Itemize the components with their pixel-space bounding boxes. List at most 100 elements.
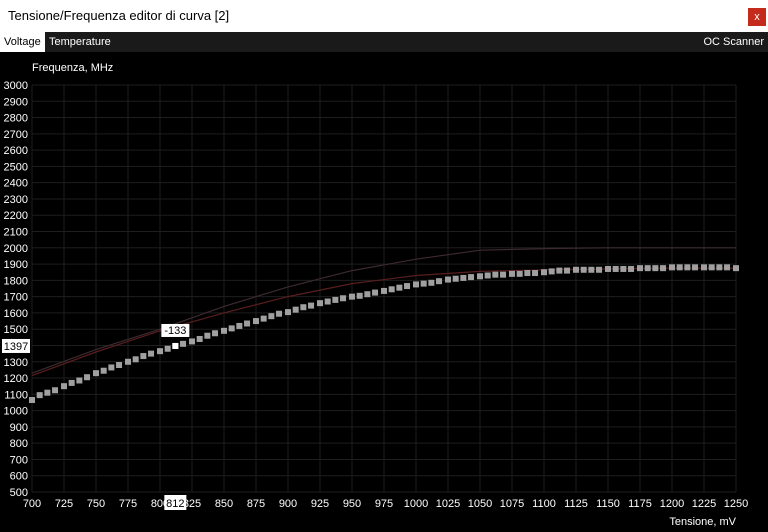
curve-point[interactable]: [516, 270, 523, 277]
curve-point[interactable]: [484, 272, 491, 279]
curve-point[interactable]: [324, 298, 331, 305]
curve-point[interactable]: [669, 264, 675, 271]
curve-point[interactable]: [317, 300, 323, 307]
curve-point[interactable]: [132, 356, 139, 363]
curve-point[interactable]: [76, 377, 83, 384]
curve-point[interactable]: [420, 280, 427, 287]
curve-point[interactable]: [253, 318, 259, 325]
curve-point[interactable]: [564, 267, 571, 274]
curve-point[interactable]: [492, 271, 499, 278]
curve-point[interactable]: [340, 295, 347, 302]
curve-point[interactable]: [692, 264, 699, 271]
curve-point[interactable]: [388, 286, 395, 293]
curve-point[interactable]: [605, 265, 611, 272]
curve-point[interactable]: [157, 348, 163, 355]
curve-point[interactable]: [452, 275, 459, 282]
curve-point[interactable]: [52, 387, 59, 394]
curve-point[interactable]: [116, 362, 123, 369]
selected-curve-point[interactable]: [172, 342, 179, 349]
curve-point[interactable]: [716, 264, 723, 271]
curve-point[interactable]: [108, 364, 115, 371]
curve-point[interactable]: [500, 271, 507, 278]
curve-point[interactable]: [29, 397, 35, 404]
y-tick-label: 700: [10, 454, 28, 466]
curve-point[interactable]: [684, 264, 691, 271]
curve-point[interactable]: [548, 268, 555, 275]
curve-point[interactable]: [236, 322, 243, 329]
curve-point[interactable]: [701, 264, 707, 271]
curve-point[interactable]: [260, 315, 267, 322]
curve-point[interactable]: [84, 374, 91, 381]
curve-point[interactable]: [148, 350, 155, 357]
x-tick-label: 1000: [404, 498, 428, 510]
curve-point[interactable]: [628, 265, 635, 272]
curve-point[interactable]: [652, 265, 659, 272]
title-bar: Tensione/Frequenza editor di curva [2] x: [0, 0, 768, 32]
curve-point[interactable]: [644, 265, 651, 272]
curve-point[interactable]: [596, 266, 603, 273]
curve-point[interactable]: [580, 266, 587, 273]
curve-point[interactable]: [228, 325, 235, 332]
curve-point[interactable]: [356, 292, 363, 299]
oc-scanner-button[interactable]: OC Scanner: [699, 32, 768, 52]
curve-point[interactable]: [204, 332, 211, 339]
curve-point[interactable]: [460, 274, 467, 281]
curve-point[interactable]: [372, 289, 379, 296]
curve-point[interactable]: [61, 383, 67, 390]
curve-point[interactable]: [125, 358, 131, 365]
tab-voltage[interactable]: Voltage: [0, 32, 45, 52]
curve-point[interactable]: [93, 370, 99, 377]
curve-point[interactable]: [36, 392, 43, 399]
curve-point[interactable]: [588, 266, 595, 273]
curve-point[interactable]: [68, 379, 75, 386]
curve-point[interactable]: [364, 291, 371, 298]
curve-point[interactable]: [404, 283, 411, 290]
curve-point[interactable]: [436, 278, 443, 285]
curve-point[interactable]: [212, 330, 219, 337]
curve-point[interactable]: [477, 273, 483, 280]
curve-point[interactable]: [300, 304, 307, 311]
curve-point[interactable]: [349, 293, 355, 300]
curve-point[interactable]: [573, 266, 579, 273]
y-tick-label: 1300: [4, 357, 28, 369]
curve-point[interactable]: [509, 270, 515, 277]
curve-point[interactable]: [620, 265, 627, 272]
vf-curve-chart[interactable]: 5006007008009001000110012001300140015001…: [0, 52, 768, 532]
tab-temperature[interactable]: Temperature: [45, 32, 115, 52]
curve-point[interactable]: [532, 270, 539, 277]
curve-point[interactable]: [180, 340, 187, 347]
curve-point[interactable]: [724, 264, 731, 271]
curve-point[interactable]: [612, 265, 619, 272]
curve-point[interactable]: [308, 302, 315, 309]
curve-point[interactable]: [100, 367, 107, 374]
x-tick-label: 1050: [468, 498, 492, 510]
curve-point[interactable]: [268, 313, 275, 320]
curve-point[interactable]: [332, 296, 339, 303]
x-tick-label: 1225: [692, 498, 716, 510]
curve-point[interactable]: [468, 274, 475, 281]
curve-point[interactable]: [292, 306, 299, 313]
curve-point[interactable]: [196, 335, 203, 342]
curve-point[interactable]: [660, 265, 667, 272]
curve-point[interactable]: [733, 265, 739, 272]
curve-point[interactable]: [276, 310, 283, 317]
curve-point[interactable]: [676, 264, 683, 271]
curve-point[interactable]: [381, 287, 387, 294]
close-button[interactable]: x: [748, 8, 766, 26]
curve-point[interactable]: [708, 264, 715, 271]
curve-point[interactable]: [413, 281, 419, 288]
curve-point[interactable]: [541, 269, 547, 276]
curve-point[interactable]: [524, 270, 531, 277]
curve-point[interactable]: [140, 353, 147, 360]
curve-point[interactable]: [164, 345, 171, 352]
curve-point[interactable]: [244, 320, 251, 327]
curve-point[interactable]: [556, 267, 563, 274]
curve-point[interactable]: [445, 276, 451, 283]
curve-point[interactable]: [44, 389, 51, 396]
curve-point[interactable]: [221, 327, 227, 334]
curve-point[interactable]: [285, 309, 291, 316]
curve-point[interactable]: [637, 265, 643, 272]
curve-point[interactable]: [189, 338, 195, 345]
curve-point[interactable]: [396, 284, 403, 291]
curve-point[interactable]: [428, 279, 435, 286]
